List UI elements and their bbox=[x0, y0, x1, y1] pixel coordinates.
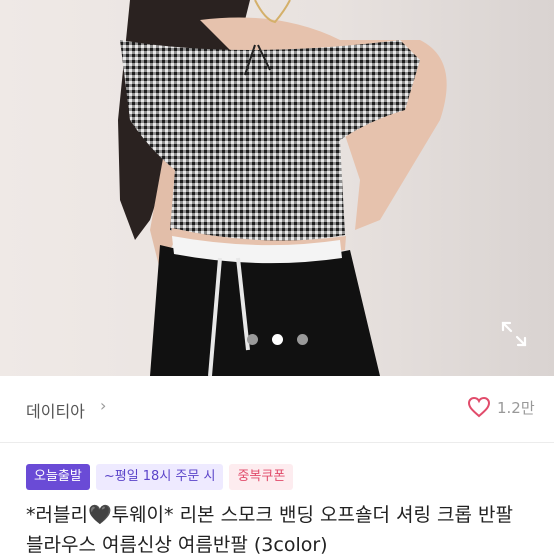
heart-outline-icon bbox=[467, 396, 491, 418]
pagination-dot[interactable] bbox=[246, 334, 258, 345]
expand-icon[interactable] bbox=[500, 320, 528, 348]
today-shipping-badge: 오늘출발 bbox=[26, 464, 90, 490]
image-pagination bbox=[0, 334, 554, 345]
chevron-right-icon: › bbox=[100, 396, 107, 415]
shop-row[interactable]: 데이티아 › 1.2만 bbox=[0, 376, 554, 443]
product-image[interactable] bbox=[0, 0, 554, 376]
like-count: 1.2만 bbox=[497, 398, 535, 417]
pagination-dot-active[interactable] bbox=[271, 334, 283, 345]
order-time-badge: ~평일 18시 주문 시 bbox=[95, 464, 224, 490]
shop-name[interactable]: 데이티아 bbox=[26, 398, 85, 422]
coupon-badge: 중복쿠폰 bbox=[229, 464, 294, 490]
pagination-dot[interactable] bbox=[296, 334, 308, 345]
like-button[interactable]: 1.2만 bbox=[467, 396, 535, 418]
product-photo bbox=[118, 0, 447, 376]
badge-row: 오늘출발 ~평일 18시 주문 시 중복쿠폰 bbox=[26, 464, 294, 490]
product-title: *러블리🖤투웨이* 리본 스모크 밴딩 오프숄더 셔링 크롭 반팔 블라우스 여… bbox=[26, 504, 513, 556]
